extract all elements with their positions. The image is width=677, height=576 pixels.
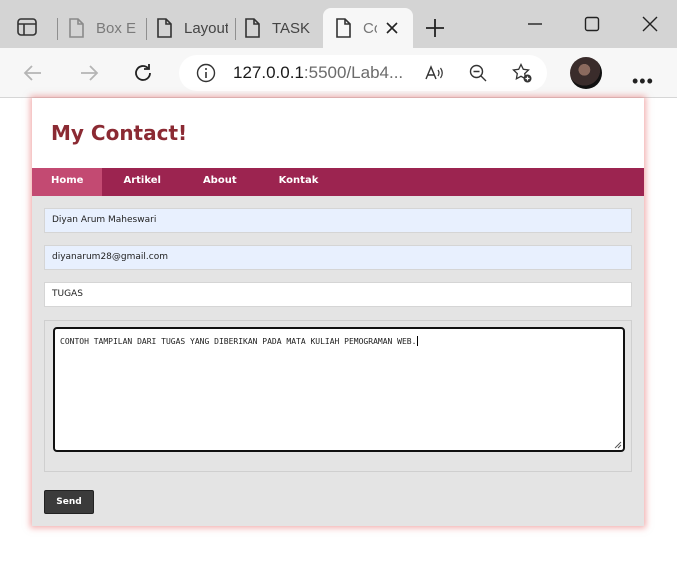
tab-task[interactable]: TASK <box>238 8 322 48</box>
nav-item-home[interactable]: Home <box>32 168 103 196</box>
zoom-out-icon[interactable] <box>467 62 489 84</box>
tab-separator <box>146 18 147 40</box>
more-options-icon[interactable]: ••• <box>632 71 654 92</box>
maximize-icon[interactable] <box>582 14 602 34</box>
document-icon <box>157 18 172 38</box>
tab-separator <box>57 18 58 40</box>
name-field[interactable]: Diyan Arum Maheswari <box>44 208 632 233</box>
minimize-icon[interactable] <box>525 14 545 34</box>
url-path: :5500/Lab4... <box>303 63 404 82</box>
url-bar[interactable]: 127.0.0.1:5500/Lab4... <box>179 55 547 91</box>
refresh-icon[interactable] <box>131 61 155 85</box>
message-wrapper: CONTOH TAMPILAN DARI TUGAS YANG DIBERIKA… <box>44 320 632 472</box>
resize-grip-icon[interactable] <box>613 440 622 449</box>
browser-tab-bar: Box El Layout TASK Co <box>0 0 677 48</box>
tab-actions-icon[interactable] <box>17 18 37 36</box>
info-icon[interactable] <box>195 62 217 84</box>
add-favorite-icon[interactable] <box>511 62 533 84</box>
url-text[interactable]: 127.0.0.1:5500/Lab4... <box>233 63 403 83</box>
tab-layout[interactable]: Layout <box>150 8 236 48</box>
tab-contact-active[interactable]: Co <box>323 8 413 48</box>
close-tab-icon[interactable] <box>385 21 399 35</box>
document-icon <box>336 18 351 38</box>
tab-label: TASK <box>272 19 311 37</box>
tab-box-elements[interactable]: Box El <box>62 8 146 48</box>
forward-arrow-icon[interactable] <box>77 61 101 85</box>
main-nav: Home Artikel About Kontak <box>32 168 644 196</box>
message-text: CONTOH TAMPILAN DARI TUGAS YANG DIBERIKA… <box>60 337 417 346</box>
close-window-icon[interactable] <box>640 14 660 34</box>
send-button[interactable]: Send <box>44 490 94 514</box>
profile-avatar[interactable] <box>570 57 602 89</box>
text-caret <box>417 336 419 346</box>
subject-field[interactable]: TUGAS <box>44 282 632 307</box>
tab-separator <box>235 18 236 40</box>
message-textarea[interactable]: CONTOH TAMPILAN DARI TUGAS YANG DIBERIKA… <box>53 327 625 452</box>
browser-address-bar: 127.0.0.1:5500/Lab4... ••• <box>0 48 677 98</box>
contact-container: My Contact! Home Artikel About Kontak Di… <box>32 98 644 526</box>
email-field[interactable]: diyanarum28@gmail.com <box>44 245 632 270</box>
page-title: My Contact! <box>51 121 188 145</box>
tab-label: Co <box>363 19 377 37</box>
nav-item-artikel[interactable]: Artikel <box>102 168 181 196</box>
site-header: My Contact! <box>32 98 644 168</box>
page-viewport: My Contact! Home Artikel About Kontak Di… <box>0 98 677 576</box>
tab-label: Layout <box>184 19 228 37</box>
url-host: 127.0.0.1 <box>233 63 304 82</box>
tab-label: Box El <box>96 19 136 37</box>
document-icon <box>69 18 84 38</box>
nav-item-about[interactable]: About <box>182 168 258 196</box>
new-tab-icon[interactable] <box>424 17 446 39</box>
document-icon <box>245 18 260 38</box>
read-aloud-icon[interactable] <box>423 62 445 84</box>
nav-item-kontak[interactable]: Kontak <box>258 168 340 196</box>
back-arrow-icon[interactable] <box>21 61 45 85</box>
